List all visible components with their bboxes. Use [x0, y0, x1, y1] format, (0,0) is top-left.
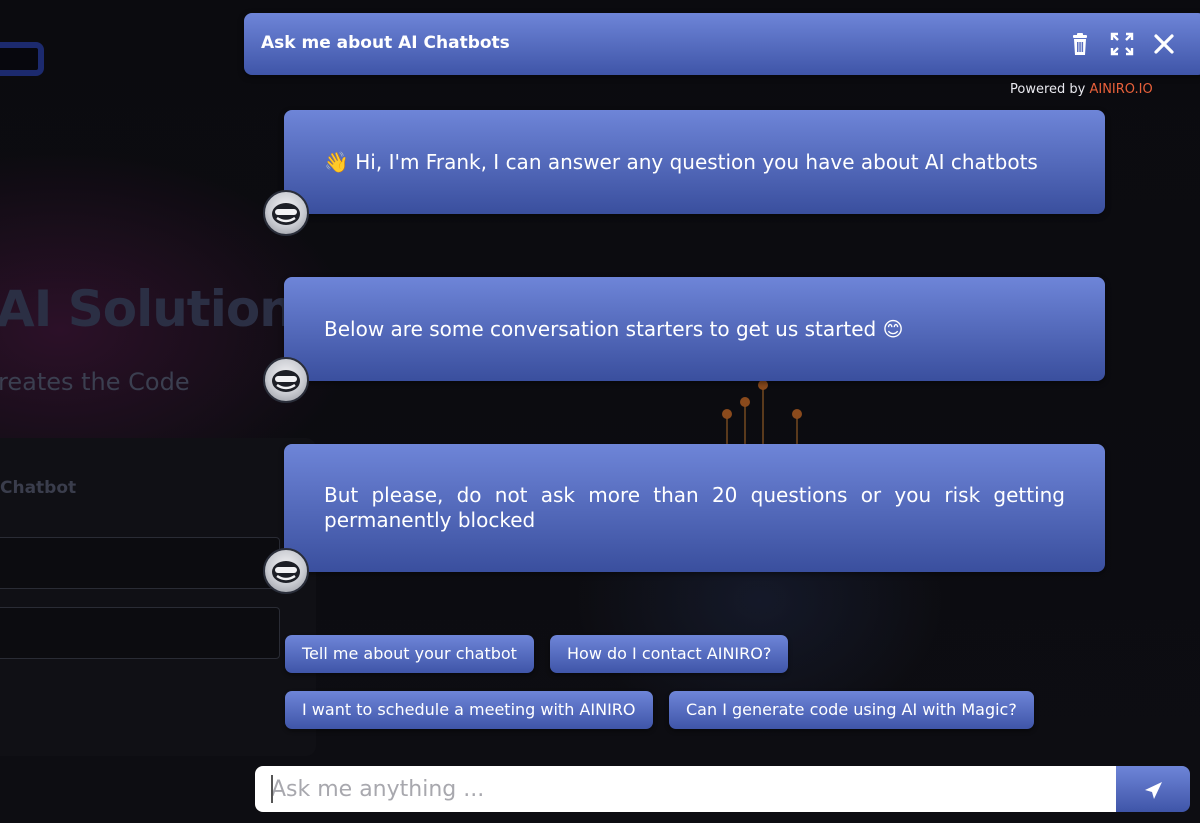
powered-by-link[interactable]: AINIRO.IO [1089, 82, 1152, 97]
suggestion-button[interactable]: Tell me about your chatbot [285, 635, 534, 673]
text-caret [271, 775, 273, 803]
powered-by: Powered by AINIRO.IO [1010, 82, 1153, 97]
suggestion-button[interactable]: I want to schedule a meeting with AINIRO [285, 691, 653, 729]
suggestion-button[interactable]: Can I generate code using AI with Magic? [669, 691, 1034, 729]
bot-avatar-icon [263, 190, 309, 236]
send-button[interactable] [1116, 766, 1190, 812]
site-form-input [0, 537, 280, 589]
close-icon[interactable] [1150, 30, 1178, 58]
chat-message: But please, do not ask more than 20 ques… [284, 444, 1105, 572]
site-subheading: reates the Code [0, 368, 190, 396]
expand-icon[interactable] [1108, 30, 1136, 58]
site-logo [0, 42, 44, 76]
chat-input-container [255, 766, 1117, 812]
site-form-input [0, 607, 280, 659]
chat-input[interactable] [255, 766, 1117, 812]
chat-message-text: But please, do not ask more than 20 ques… [324, 483, 1065, 532]
powered-by-label: Powered by [1010, 82, 1090, 97]
page: AI Solutions reates the Code Chatbot Ask… [0, 0, 1200, 823]
chat-message: Below are some conversation starters to … [284, 277, 1105, 381]
chat-message: 👋 Hi, I'm Frank, I can answer any questi… [284, 110, 1105, 214]
chat-header: Ask me about AI Chatbots [244, 13, 1200, 75]
chat-message-text: Below are some conversation starters to … [324, 316, 904, 341]
trash-icon[interactable] [1066, 30, 1094, 58]
bot-avatar-icon [263, 548, 309, 594]
site-form-title: Chatbot [0, 478, 77, 498]
suggestion-button[interactable]: How do I contact AINIRO? [550, 635, 789, 673]
site-heading: AI Solutions [0, 280, 324, 338]
send-icon [1145, 782, 1162, 799]
chat-message-text: 👋 Hi, I'm Frank, I can answer any questi… [324, 149, 1038, 174]
chat-title: Ask me about AI Chatbots [261, 33, 510, 53]
bot-avatar-icon [263, 357, 309, 403]
